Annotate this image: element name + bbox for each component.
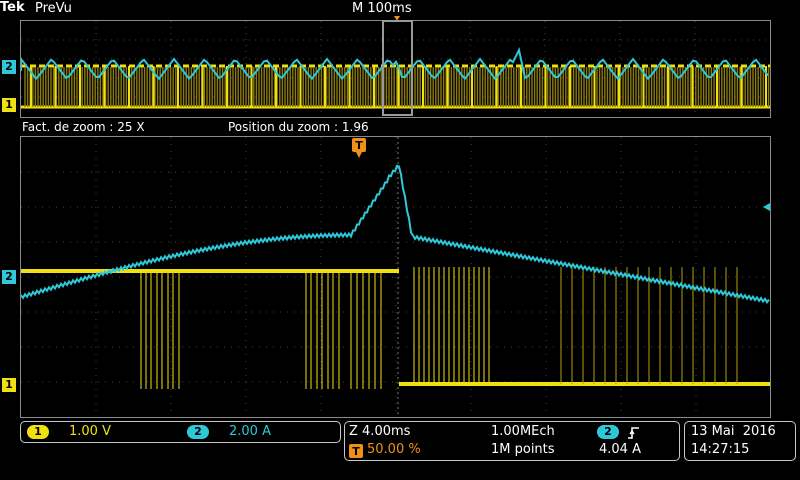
trigger-level-arrow-icon: [763, 203, 770, 211]
date-label: 13 Mai 2016: [691, 424, 776, 439]
timebase-label: M 100ms: [352, 1, 412, 16]
trigger-level[interactable]: 4.04 A: [599, 442, 641, 457]
ch2-ground-marker-overview[interactable]: 2: [2, 60, 16, 74]
ch2-badge[interactable]: 2: [187, 425, 209, 439]
record-length[interactable]: 1M points: [491, 442, 555, 457]
channel-scale-box: 1 1.00 V 2 2.00 A: [20, 421, 341, 443]
zoom-position-label: Position du zoom : 1.96: [228, 120, 369, 134]
svg-text:T: T: [352, 445, 360, 458]
zoom-window-box[interactable]: [382, 20, 413, 116]
time-label: 14:27:15: [691, 442, 750, 457]
trigger-source-badge[interactable]: 2: [597, 425, 619, 439]
ch1-ground-marker[interactable]: 1: [2, 378, 16, 392]
acquisition-mode: PreVu: [35, 1, 72, 16]
zoom-ch2-trace: [20, 164, 770, 304]
zoom-time-div[interactable]: Z 4.00ms: [349, 424, 410, 439]
trigger-position-icon: T: [349, 443, 363, 458]
ch1-scale[interactable]: 1.00 V: [69, 424, 111, 439]
brand-logo: Tek: [0, 0, 25, 15]
ch1-badge[interactable]: 1: [27, 425, 49, 439]
ch2-scale[interactable]: 2.00 A: [229, 424, 271, 439]
zoom-grid: [21, 137, 770, 417]
datetime-box: 13 Mai 2016 14:27:15: [684, 421, 796, 461]
zoom-waveform-svg: [20, 137, 770, 417]
ch1-ground-marker-overview[interactable]: 1: [2, 98, 16, 112]
ch2-ground-marker[interactable]: 2: [2, 270, 16, 284]
zoom-ch1-trace: [21, 267, 770, 389]
zoom-factor-label: Fact. de zoom : 25 X: [22, 120, 145, 134]
zoom-waveform-panel[interactable]: [20, 136, 771, 418]
sample-rate[interactable]: 1.00MEch: [491, 424, 555, 439]
acquisition-box: Z 4.00ms T 50.00 % 1.00MEch 1M points 2 …: [344, 421, 680, 461]
trigger-position-percent[interactable]: 50.00 %: [367, 442, 421, 457]
